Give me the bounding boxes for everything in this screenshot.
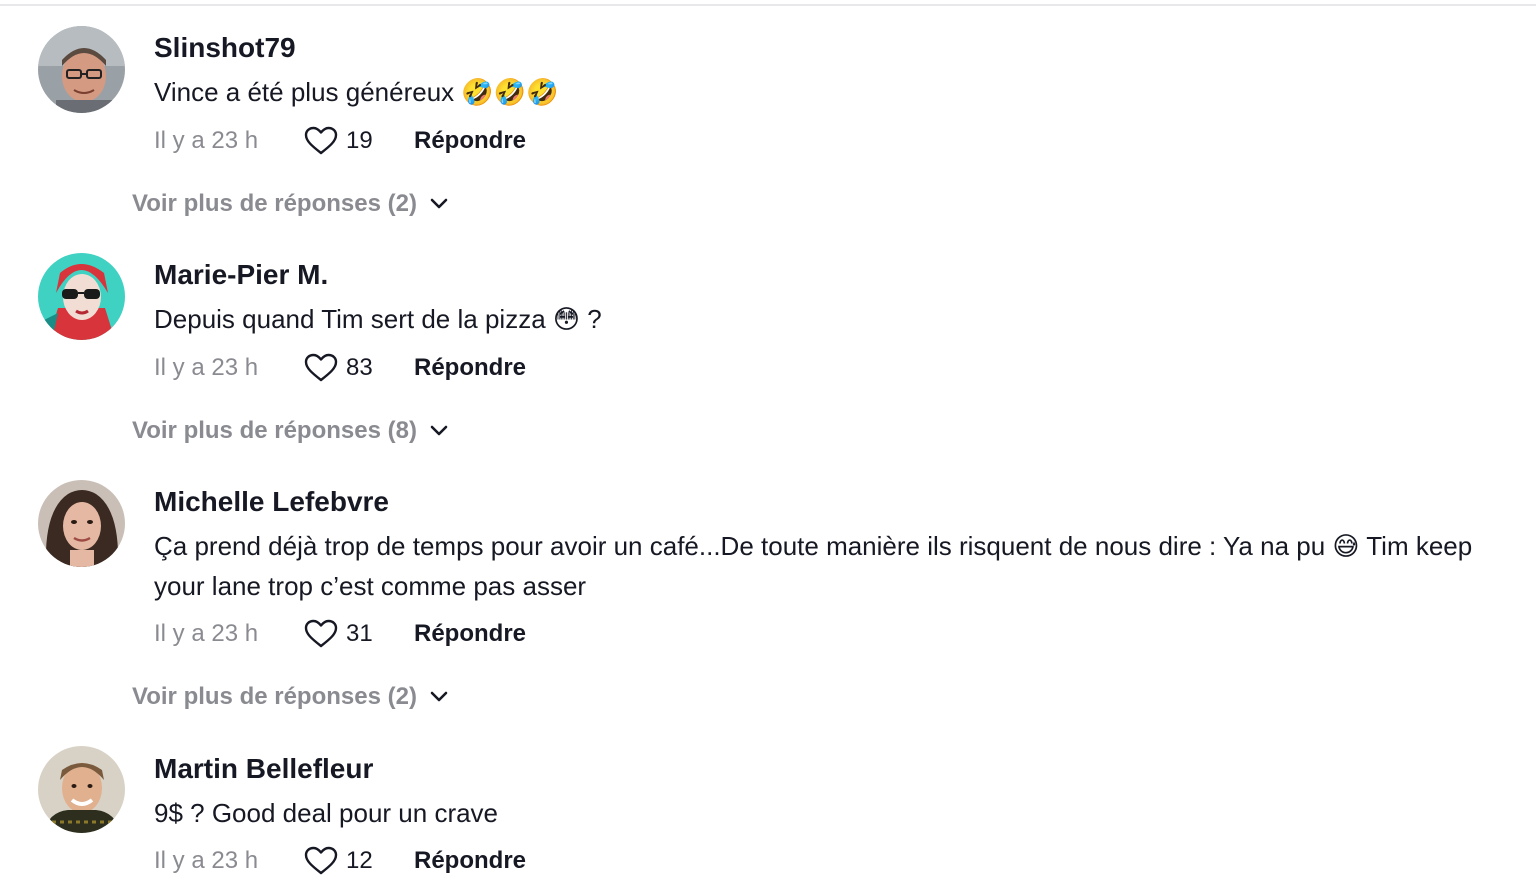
like-button[interactable]: 19 (304, 126, 386, 156)
woman-red-sunglasses-avatar-icon (38, 253, 125, 340)
comment-timestamp: Il y a 23 h (154, 127, 259, 154)
heart-icon (304, 353, 338, 382)
comment-meta: Il y a 23 h 31 Répondre (154, 617, 526, 651)
comment-username[interactable]: Michelle Lefebvre (154, 485, 389, 519)
man-smiling-avatar-icon (38, 746, 125, 833)
view-more-replies-label: Voir plus de réponses (2) (132, 683, 417, 710)
like-button[interactable]: 83 (304, 353, 386, 383)
comment-username[interactable]: Marie-Pier M. (154, 258, 328, 292)
like-count: 31 (346, 620, 373, 647)
like-button[interactable]: 31 (304, 619, 386, 649)
reply-button[interactable]: Répondre (414, 847, 526, 875)
avatar[interactable] (38, 746, 125, 833)
comment-username[interactable]: Slinshot79 (154, 31, 296, 65)
comment-text: Ça prend déjà trop de temps pour avoir u… (154, 531, 1473, 601)
view-more-replies-label: Voir plus de réponses (2) (132, 190, 417, 217)
view-more-replies-label: Voir plus de réponses (8) (132, 417, 417, 444)
chevron-down-icon (430, 198, 448, 209)
view-more-replies-button[interactable]: Voir plus de réponses (2) (132, 683, 449, 711)
comment-meta: Il y a 23 h 19 Répondre (154, 124, 526, 158)
avatar[interactable] (38, 26, 125, 113)
comment-meta: Il y a 23 h 12 Répondre (154, 844, 526, 878)
heart-icon (304, 126, 338, 155)
chevron-down-icon (430, 425, 448, 436)
avatar[interactable] (38, 480, 125, 567)
view-more-replies-button[interactable]: Voir plus de réponses (8) (132, 417, 449, 445)
reply-button[interactable]: Répondre (414, 354, 526, 382)
comment-timestamp: Il y a 23 h (154, 354, 259, 381)
reply-button[interactable]: Répondre (414, 127, 526, 155)
comment-list: Slinshot79 Vince a été plus généreux 🤣🤣🤣… (0, 0, 1536, 890)
woman-dark-hair-avatar-icon (38, 480, 125, 567)
like-count: 83 (346, 354, 373, 381)
avatar[interactable] (38, 253, 125, 340)
chevron-down-icon (430, 691, 448, 702)
like-button[interactable]: 12 (304, 846, 386, 876)
comment-username[interactable]: Martin Bellefleur (154, 752, 373, 786)
reply-button[interactable]: Répondre (414, 620, 526, 648)
view-more-replies-button[interactable]: Voir plus de réponses (2) (132, 190, 449, 218)
comment-timestamp: Il y a 23 h (154, 620, 259, 647)
heart-icon (304, 846, 338, 875)
comment-text: Depuis quand Tim sert de la pizza 😳 ? (154, 304, 602, 334)
like-count: 19 (346, 127, 373, 154)
comment-text: Vince a été plus généreux 🤣🤣🤣 (154, 77, 559, 107)
man-with-glasses-avatar-icon (38, 26, 125, 113)
comment-text: 9$ ? Good deal pour un crave (154, 798, 499, 828)
like-count: 12 (346, 847, 373, 874)
comment-timestamp: Il y a 23 h (154, 847, 259, 874)
heart-icon (304, 619, 338, 648)
comment-meta: Il y a 23 h 83 Répondre (154, 351, 526, 385)
